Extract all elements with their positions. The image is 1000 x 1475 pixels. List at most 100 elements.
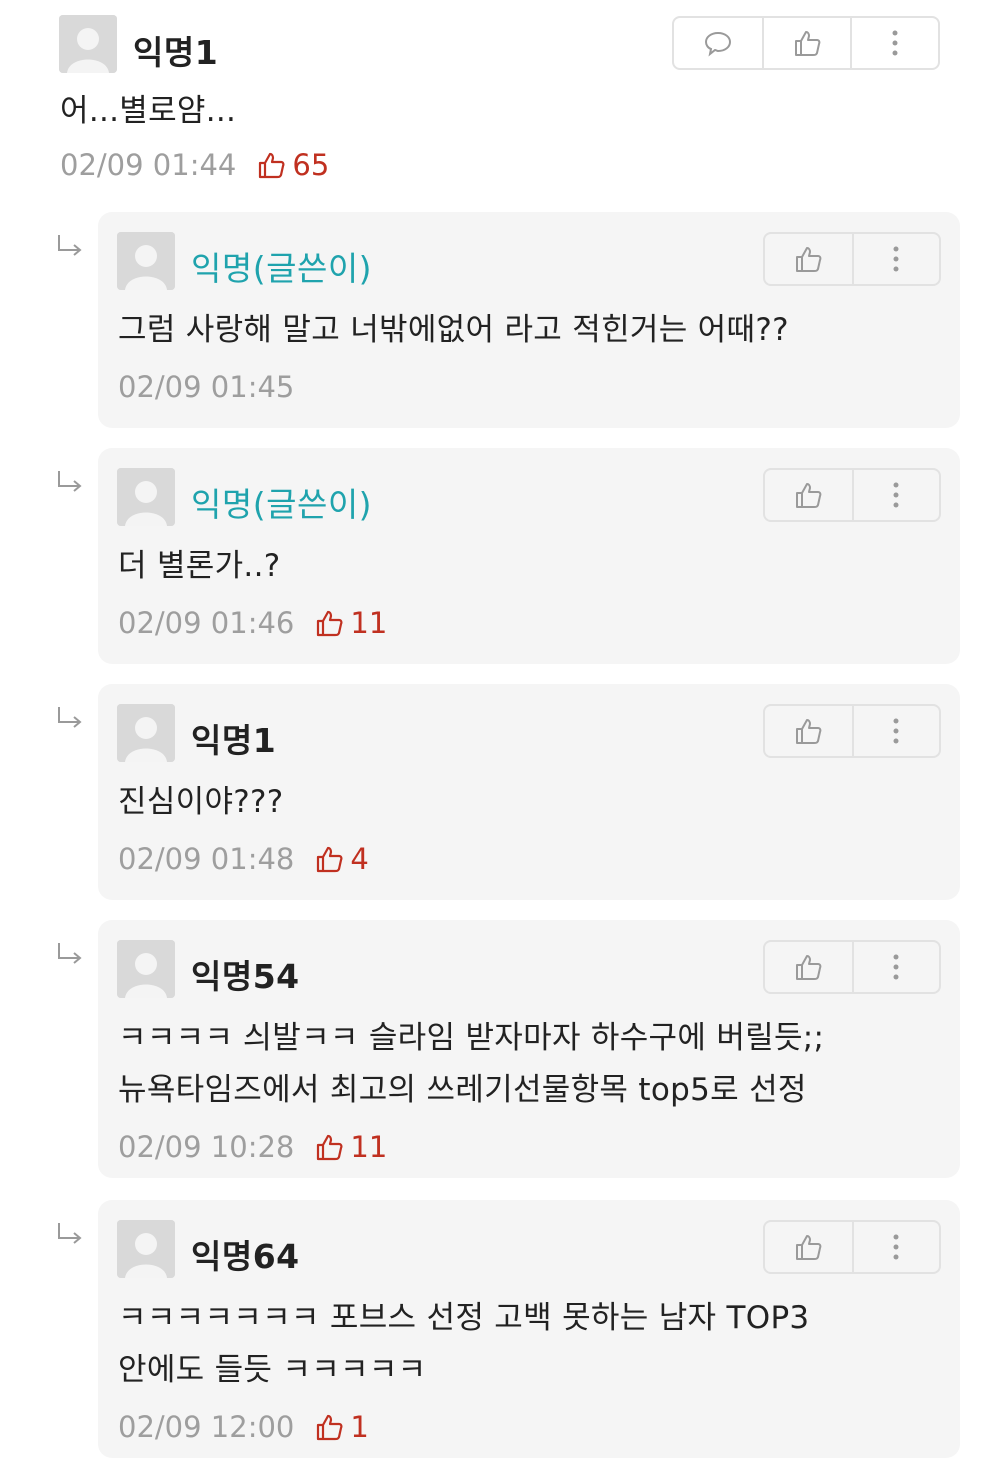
more-button[interactable] [851, 1222, 939, 1272]
more-button[interactable] [851, 234, 939, 284]
vertical-dots-icon [893, 246, 899, 272]
reply-actions [763, 704, 941, 758]
thumbs-up-icon [796, 247, 822, 272]
like-button[interactable] [765, 942, 852, 992]
reply: 익명1 진심이야??? 02/09 01:48 4 [0, 684, 1000, 900]
thumbs-up-icon [259, 152, 285, 179]
timestamp: 02/09 01:44 [60, 148, 237, 182]
reply-actions [763, 468, 941, 522]
thumbs-up-icon [796, 719, 822, 744]
reply: 익명64 ㅋㅋㅋㅋㅋㅋㅋ 포브스 선정 고백 못하는 남자 TOP3 안에도 들듯… [0, 1200, 1000, 1458]
reply-card: 익명64 ㅋㅋㅋㅋㅋㅋㅋ 포브스 선정 고백 못하는 남자 TOP3 안에도 들듯… [98, 1200, 960, 1458]
default-avatar-icon [117, 468, 175, 526]
comment-author: 익명1 [133, 33, 219, 72]
thumbs-up-icon [317, 1134, 343, 1161]
reply: 익명(글쓴이) 그럼 사랑해 말고 너밖에없어 라고 적힌거는 어때?? 02/… [0, 212, 1000, 428]
thumbs-up-icon [796, 483, 822, 508]
like-count-value: 65 [292, 148, 330, 182]
like-count: 65 [256, 148, 329, 182]
more-button[interactable] [850, 18, 938, 68]
comment-meta: 02/09 01:44 65 [60, 148, 329, 182]
reply-arrow-icon [55, 468, 85, 498]
timestamp: 02/09 01:48 [118, 842, 295, 876]
reply-text: 안에도 들듯 ㅋㅋㅋㅋㅋ [118, 1352, 427, 1388]
like-count-value: 1 [350, 1410, 369, 1444]
reply-author: 익명1 [191, 721, 277, 760]
reply-author: 익명(글쓴이) [191, 485, 373, 524]
reply-text: ㅋㅋㅋㅋㅋㅋㅋ 포브스 선정 고백 못하는 남자 TOP3 [118, 1300, 810, 1336]
speech-bubble-icon [704, 31, 732, 57]
reply-actions [763, 232, 941, 286]
reply-meta: 02/09 01:48 4 [118, 842, 369, 876]
reply-author: 익명(글쓴이) [191, 249, 373, 288]
reply-actions [763, 1220, 941, 1274]
reply-author: 익명54 [191, 957, 300, 996]
reply-text: 그럼 사랑해 말고 너밖에없어 라고 적힌거는 어때?? [118, 312, 789, 348]
avatar [117, 1220, 175, 1278]
more-button[interactable] [851, 942, 939, 992]
like-count: 11 [314, 1130, 387, 1164]
default-avatar-icon [59, 15, 117, 73]
reply-card: 익명1 진심이야??? 02/09 01:48 4 [98, 684, 960, 900]
more-button[interactable] [851, 706, 939, 756]
like-count-value: 4 [350, 842, 369, 876]
thumbs-up-icon [317, 846, 343, 873]
vertical-dots-icon [892, 30, 898, 56]
default-avatar-icon [117, 940, 175, 998]
like-button[interactable] [762, 18, 850, 68]
like-count-value: 11 [350, 606, 388, 640]
thumbs-up-icon [796, 955, 822, 980]
reply-meta: 02/09 12:00 1 [118, 1410, 369, 1444]
reply-button[interactable] [674, 18, 762, 68]
like-count: 4 [314, 842, 369, 876]
reply-text: 뉴욕타임즈에서 최고의 쓰레기선물항목 top5로 선정 [118, 1072, 807, 1108]
thumbs-up-icon [317, 1414, 343, 1441]
comment: 익명1 어...별로얌... 02/09 01:44 65 [0, 0, 1000, 200]
more-button[interactable] [851, 470, 939, 520]
avatar [117, 704, 175, 762]
like-button[interactable] [765, 1222, 852, 1272]
like-count: 11 [314, 606, 387, 640]
reply-meta: 02/09 10:28 11 [118, 1130, 387, 1164]
reply-arrow-icon [55, 232, 85, 262]
like-button[interactable] [765, 234, 852, 284]
like-button[interactable] [765, 706, 852, 756]
reply-card: 익명54 ㅋㅋㅋㅋ 싀발ㅋㅋ 슬라임 받자마자 하수구에 버릴듯;; 뉴욕타임즈에… [98, 920, 960, 1178]
reply-arrow-icon [55, 940, 85, 970]
timestamp: 02/09 01:46 [118, 606, 295, 640]
reply-card: 익명(글쓴이) 더 별론가..? 02/09 01:46 11 [98, 448, 960, 664]
comment-actions [672, 16, 940, 70]
thumbs-up-icon [795, 31, 821, 56]
thumbs-up-icon [317, 610, 343, 637]
default-avatar-icon [117, 1220, 175, 1278]
default-avatar-icon [117, 232, 175, 290]
reply-meta: 02/09 01:46 11 [118, 606, 387, 640]
like-count-value: 11 [350, 1130, 388, 1164]
timestamp: 02/09 01:45 [118, 370, 295, 404]
reply-text: 진심이야??? [118, 784, 284, 820]
comment-text: 어...별로얌... [60, 93, 237, 129]
avatar [117, 468, 175, 526]
default-avatar-icon [117, 704, 175, 762]
reply: 익명54 ㅋㅋㅋㅋ 싀발ㅋㅋ 슬라임 받자마자 하수구에 버릴듯;; 뉴욕타임즈에… [0, 920, 1000, 1178]
reply-card: 익명(글쓴이) 그럼 사랑해 말고 너밖에없어 라고 적힌거는 어때?? 02/… [98, 212, 960, 428]
reply-meta: 02/09 01:45 [118, 370, 294, 404]
reply-text: 더 별론가..? [118, 548, 281, 584]
timestamp: 02/09 10:28 [118, 1130, 295, 1164]
avatar [59, 15, 117, 73]
avatar [117, 232, 175, 290]
like-button[interactable] [765, 470, 852, 520]
vertical-dots-icon [893, 718, 899, 744]
avatar [117, 940, 175, 998]
vertical-dots-icon [893, 954, 899, 980]
vertical-dots-icon [893, 1234, 899, 1260]
reply-text: ㅋㅋㅋㅋ 싀발ㅋㅋ 슬라임 받자마자 하수구에 버릴듯;; [118, 1020, 825, 1056]
reply-arrow-icon [55, 1220, 85, 1250]
timestamp: 02/09 12:00 [118, 1410, 295, 1444]
vertical-dots-icon [893, 482, 899, 508]
reply-arrow-icon [55, 704, 85, 734]
reply-actions [763, 940, 941, 994]
reply: 익명(글쓴이) 더 별론가..? 02/09 01:46 11 [0, 448, 1000, 664]
like-count: 1 [314, 1410, 369, 1444]
thumbs-up-icon [796, 1235, 822, 1260]
